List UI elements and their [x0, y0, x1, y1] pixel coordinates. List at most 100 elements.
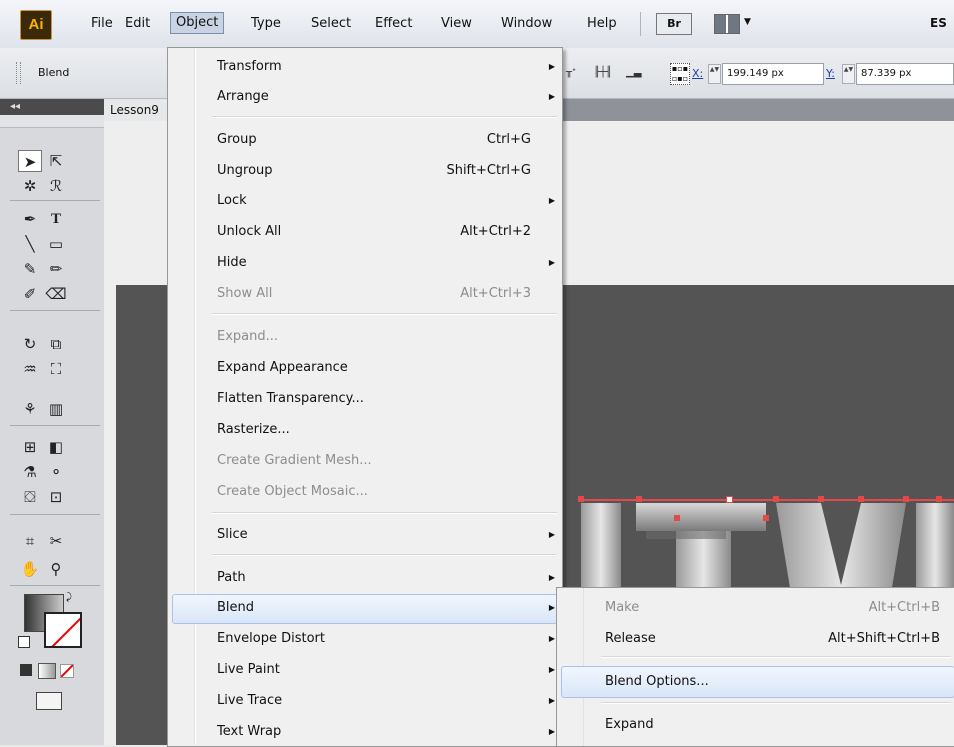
menu-item-unlock-all[interactable]: Unlock All Alt+Ctrl+2 [217, 221, 547, 243]
anchor-point[interactable] [936, 496, 942, 502]
align-center-icon[interactable]: ╟┼╢ [594, 67, 612, 80]
anchor-point[interactable] [636, 496, 642, 502]
panel-grip[interactable] [16, 62, 21, 84]
selection-tool-icon[interactable]: ➤ [18, 150, 42, 172]
menu-item-rasterize[interactable]: Rasterize... [217, 419, 547, 441]
anchor-point[interactable] [578, 496, 584, 502]
anchor-point[interactable] [773, 496, 779, 502]
mesh-tool-icon[interactable]: ⊞ [18, 436, 42, 458]
menu-item-hide[interactable]: Hide ▶ [217, 252, 555, 274]
menu-item-group[interactable]: Group Ctrl+G [217, 129, 547, 151]
magic-wand-tool-icon[interactable]: ✲ [18, 175, 42, 197]
menu-item-live-paint[interactable]: Live Paint ▶ [217, 659, 555, 681]
anchor-point[interactable] [818, 496, 824, 502]
warp-tool-icon[interactable]: ♒ [18, 358, 42, 380]
live-paint-bucket-tool-icon[interactable]: ⛋ [18, 486, 42, 508]
align-left-icon[interactable]: ╥ᐩ [566, 67, 576, 80]
reference-point-icon[interactable]: ▪▫▪ ▫▪▫ [670, 63, 690, 85]
menu-item-flatten-transparency[interactable]: Flatten Transparency... [217, 388, 547, 410]
scale-tool-icon[interactable]: ⧉ [44, 333, 68, 355]
align-right-icon[interactable]: ▁▃ [626, 67, 641, 80]
y-position-field[interactable]: 87.339 px [856, 63, 954, 85]
stroke-swatch[interactable] [44, 612, 82, 648]
gradient-tool-icon[interactable]: ◧ [44, 436, 68, 458]
rectangle-tool-icon[interactable]: ▭ [44, 233, 68, 255]
menu-item-ungroup[interactable]: Ungroup Shift+Ctrl+G [217, 160, 547, 182]
y-spinner-icon[interactable]: ▲▼ [842, 64, 855, 84]
menu-item-show-all[interactable]: Show All Alt+Ctrl+3 [217, 283, 547, 305]
menu-item-create-gradient-mesh[interactable]: Create Gradient Mesh... [217, 450, 547, 472]
submenu-item-blend-options[interactable]: Blend Options... [605, 671, 945, 693]
x-coordinate-label: X: [692, 67, 704, 80]
x-spinner-icon[interactable]: ▲▼ [708, 64, 721, 84]
menu-edit[interactable]: Edit [120, 14, 155, 34]
eyedropper-tool-icon[interactable]: ⚗ [18, 461, 42, 483]
submenu-item-release[interactable]: Release Alt+Shift+Ctrl+B [605, 628, 945, 650]
menu-item-arrange[interactable]: Arrange ▶ [217, 86, 555, 108]
menu-item-transform[interactable]: Transform ▶ [217, 56, 555, 78]
slice-tool-icon[interactable]: ✂ [44, 530, 68, 552]
tools-collapse-icon[interactable]: ◂◂ [0, 99, 104, 115]
gradient-mode-icon[interactable] [38, 663, 56, 679]
x-position-field[interactable]: 199.149 px [722, 63, 824, 85]
blob-brush-tool-icon[interactable]: ✐ [18, 283, 42, 305]
document-tab[interactable]: Lesson9 [104, 99, 174, 121]
submenu-item-make[interactable]: Make Alt+Ctrl+B [605, 597, 945, 619]
menu-item-slice[interactable]: Slice ▶ [217, 524, 555, 546]
eraser-tool-icon[interactable]: ⌫ [44, 283, 68, 305]
zoom-tool-icon[interactable]: ⚲ [44, 558, 68, 580]
chevron-down-icon[interactable]: ▼ [744, 17, 751, 27]
menu-item-lock[interactable]: Lock ▶ [217, 190, 555, 212]
none-mode-icon[interactable] [60, 664, 74, 678]
menu-item-text-wrap[interactable]: Text Wrap ▶ [217, 721, 555, 743]
menu-item-create-object-mosaic[interactable]: Create Object Mosaic... [217, 481, 547, 503]
menu-type[interactable]: Type [246, 14, 286, 34]
crop-area-tool-icon[interactable]: ⌗ [18, 530, 42, 552]
menu-item-expand-appearance[interactable]: Expand Appearance [217, 357, 547, 379]
menu-item-live-trace[interactable]: Live Trace ▶ [217, 690, 555, 712]
menu-window[interactable]: Window [496, 14, 557, 34]
anchor-point[interactable] [674, 515, 680, 521]
direct-selection-tool-icon[interactable]: ⇱ [44, 150, 68, 172]
hand-tool-icon[interactable]: ✋ [18, 558, 42, 580]
screen-mode-icon[interactable] [36, 692, 62, 710]
arrange-documents-icon[interactable] [714, 14, 740, 34]
menu-item-expand[interactable]: Expand... [217, 326, 547, 348]
menu-help[interactable]: Help [582, 14, 622, 34]
menu-item-blend[interactable]: Blend ▶ [217, 597, 555, 619]
free-transform-tool-icon[interactable]: ⛶ [44, 358, 68, 380]
workspace-switcher[interactable]: ES [930, 16, 947, 30]
menu-item-envelope-distort[interactable]: Envelope Distort ▶ [217, 628, 555, 650]
pencil-tool-icon[interactable]: ✏ [44, 258, 68, 280]
menu-view[interactable]: View [436, 14, 477, 34]
symbol-sprayer-tool-icon[interactable]: ⚘ [18, 398, 42, 420]
type-tool-icon[interactable]: T [44, 208, 68, 230]
anchor-point[interactable] [903, 496, 909, 502]
rotate-tool-icon[interactable]: ↻ [18, 333, 42, 355]
menu-item-path[interactable]: Path ▶ [217, 567, 555, 589]
live-paint-selection-tool-icon[interactable]: ⊡ [44, 486, 68, 508]
lasso-tool-icon[interactable]: ℛ [44, 175, 68, 197]
color-mode-icon[interactable] [20, 664, 32, 676]
menu-separator [212, 313, 557, 315]
menu-effect[interactable]: Effect [370, 14, 417, 34]
submenu-arrow-icon: ▶ [548, 196, 555, 205]
menu-select[interactable]: Select [306, 14, 356, 34]
anchor-point[interactable] [763, 515, 769, 521]
tools-panel-grip[interactable] [0, 115, 104, 128]
graph-tool-icon[interactable]: ▥ [44, 398, 68, 420]
pen-tool-icon[interactable]: ✒ [18, 208, 42, 230]
anchor-point[interactable] [858, 496, 864, 502]
menu-file[interactable]: File [86, 14, 118, 34]
paintbrush-tool-icon[interactable]: ✎ [18, 258, 42, 280]
submenu-item-expand[interactable]: Expand [605, 714, 945, 736]
tools-divider [10, 514, 100, 515]
blend-tool-icon[interactable]: ⚬ [44, 461, 68, 483]
center-anchor-point[interactable] [726, 496, 733, 503]
swap-fill-stroke-icon[interactable]: ⤸ [66, 592, 72, 603]
line-tool-icon[interactable]: ╲ [18, 233, 42, 255]
selection-type-label: Blend [38, 66, 70, 79]
menu-object[interactable]: Object [170, 12, 225, 34]
default-colors-icon[interactable] [18, 636, 30, 648]
bridge-icon[interactable]: Br [656, 13, 692, 35]
